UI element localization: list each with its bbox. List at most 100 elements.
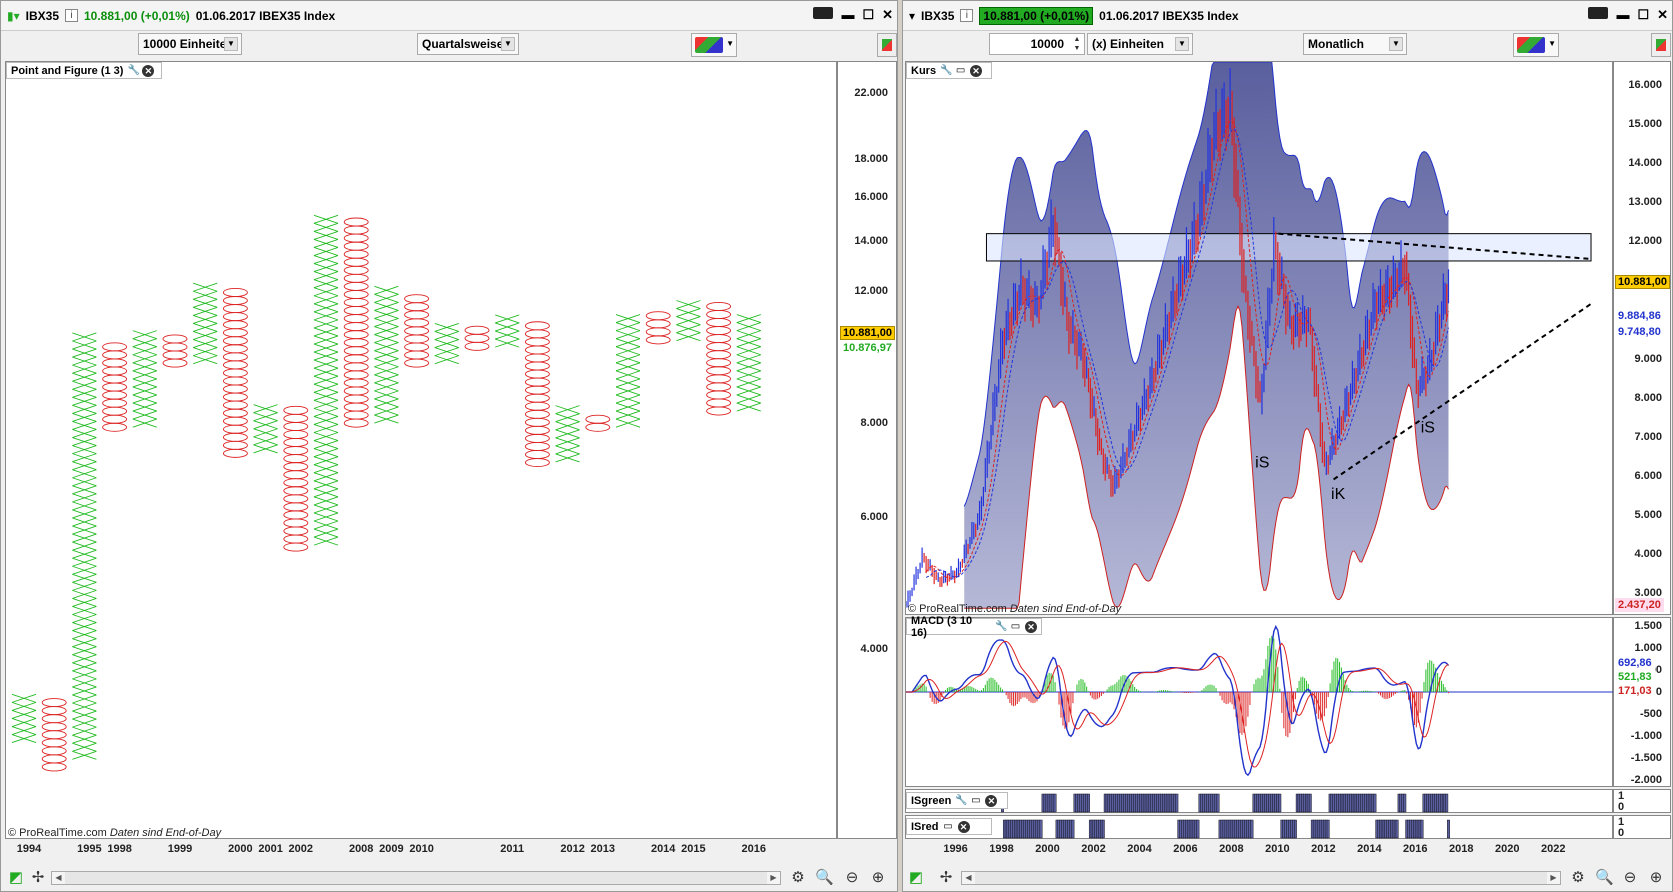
minimize-icon[interactable]: ▬ [841,7,854,23]
kurs-x-tick: 2002 [1081,843,1106,855]
pnf-y-tick: 22.000 [854,87,888,100]
keyboard-icon[interactable] [1588,7,1609,19]
scroll-left-icon[interactable]: ◀ [962,872,975,884]
units-dropdown[interactable]: 10000 Einheiten ▼ [138,33,242,55]
pnf-o-mark [222,440,248,450]
side-tools-icon[interactable] [1651,33,1671,57]
pnf-scrollbar[interactable]: ◀ ▶ [51,871,781,885]
chart-type-button[interactable]: ▼ [1513,33,1559,57]
chart-type-button[interactable]: ▼ [691,33,737,57]
period-dropdown[interactable]: Quartalsweise ▼ [417,33,519,55]
pnf-x-mark [132,402,157,412]
pnf-x-mark [313,311,339,321]
pnf-x-tick: 2013 [590,843,616,855]
crosshair-icon[interactable]: ✢ [937,869,955,887]
pnf-window: ▮▾ IBX35 i 10.881,00 (+0,01%) 01.06.2017… [0,0,898,892]
pnf-x-mark [253,428,278,438]
pnf-x-mark [434,347,459,357]
close-icon[interactable]: ✕ [882,7,893,23]
kurs-copyright: © ProRealTime.com Daten sind End-of-Day [908,603,1121,615]
window-icon[interactable]: ▭ [955,65,966,76]
pnf-x-tick: 2001 [258,843,283,855]
units-dropdown[interactable]: (x) Einheiten ▼ [1087,33,1193,55]
zoom-in-icon[interactable]: ⊕ [869,869,887,887]
pnf-o-mark [343,386,369,396]
pnf-x-mark [555,437,580,447]
zoom-out-icon[interactable]: ⊖ [843,869,861,887]
pnf-o-mark [524,401,550,411]
pnf-x-mark [72,348,97,358]
maximize-icon[interactable]: ☐ [862,7,874,23]
pnf-x-mark [555,429,580,439]
dropdown-arrow-icon[interactable]: ▾ [909,9,915,23]
scroll-left-icon[interactable]: ◀ [52,872,65,884]
pnf-x-mark [11,718,37,727]
pnf-o-mark [222,384,248,394]
chart-tools-icon[interactable]: ◩ [907,869,925,887]
close-icon[interactable]: ✕ [1657,7,1668,23]
pnf-y-tick: 18.000 [854,152,888,165]
window-icon[interactable]: ▭ [970,795,981,806]
period-dropdown[interactable]: Monatlich ▼ [1303,33,1407,55]
close-panel-icon[interactable]: ✕ [957,820,970,833]
scroll-right-icon[interactable]: ▶ [767,872,780,884]
info-icon[interactable]: i [960,9,974,22]
zoom-tools-icon[interactable]: ⚙ [1569,869,1587,887]
pnf-x-mark [72,614,97,623]
pnf-x-mark [676,308,701,318]
pnf-x-mark [72,622,97,632]
pnf-o-mark [222,448,248,458]
pnf-o-mark [283,413,309,423]
info-icon[interactable]: i [65,9,78,22]
close-panel-icon[interactable]: ✕ [142,64,155,77]
wrench-icon[interactable]: 🔧 [995,621,1007,632]
pnf-o-mark [706,342,732,352]
units-value-text: 10000 [1030,37,1064,51]
pnf-o-mark [283,454,309,464]
zoom-tools-icon[interactable]: ⚙ [789,869,807,887]
kurs-ma2-label: 9.748,80 [1615,325,1664,339]
close-panel-icon[interactable]: ✕ [970,64,983,77]
maximize-icon[interactable]: ☐ [1637,7,1649,23]
pnf-column-x [676,300,701,342]
pnf-o-mark [343,354,369,364]
right-scrollbar[interactable]: ◀ ▶ [961,871,1561,885]
pnf-x-mark [374,414,399,424]
pnf-x-mark [313,279,339,289]
window-icon[interactable]: ▭ [943,821,954,832]
stepper-icon[interactable]: ▲ ▼ [1071,35,1083,53]
macd-y-tick: -500 [1639,708,1662,720]
zoom-in-icon[interactable]: ⊕ [1647,869,1665,887]
pnf-o-mark [524,321,550,331]
pnf-o-mark [343,362,369,372]
close-panel-icon[interactable]: ✕ [985,794,998,807]
minimize-icon[interactable]: ▬ [1616,7,1629,23]
keyboard-icon[interactable] [813,7,834,19]
pnf-last-price-label: 10.881,00 [840,326,895,340]
zoom-range-icon[interactable]: 🔍 [815,869,834,887]
isred-pulse [1420,819,1424,839]
close-panel-icon[interactable]: ✕ [1025,620,1037,633]
candlestick-icon[interactable]: ▮▾ [7,9,20,23]
wrench-icon[interactable]: 🔧 [955,795,967,806]
pnf-o-mark [162,334,188,344]
crosshair-icon[interactable]: ✢ [29,869,47,887]
wrench-icon[interactable]: 🔧 [940,65,952,76]
chart-tools-icon[interactable]: ◩ [7,869,25,887]
zoom-range-icon[interactable]: 🔍 [1595,869,1614,887]
isgreen-pulse [1087,793,1090,813]
isgreen-pulse [1403,793,1407,813]
side-tools-icon[interactable] [877,33,897,57]
pnf-o-mark [343,281,369,291]
units-value-input[interactable]: 10000 ▲ ▼ [989,33,1085,55]
scroll-right-icon[interactable]: ▶ [1547,872,1560,884]
window-icon[interactable]: ▭ [1010,621,1021,632]
chevron-down-icon: ▼ [224,37,238,51]
left-symbol: IBX35 [25,8,59,23]
pnf-x-mark [72,477,97,487]
wrench-icon[interactable]: 🔧 [127,65,139,76]
pnf-o-mark [162,342,188,352]
pnf-o-mark [464,341,490,351]
pnf-x-mark [72,429,97,438]
zoom-out-icon[interactable]: ⊖ [1621,869,1639,887]
